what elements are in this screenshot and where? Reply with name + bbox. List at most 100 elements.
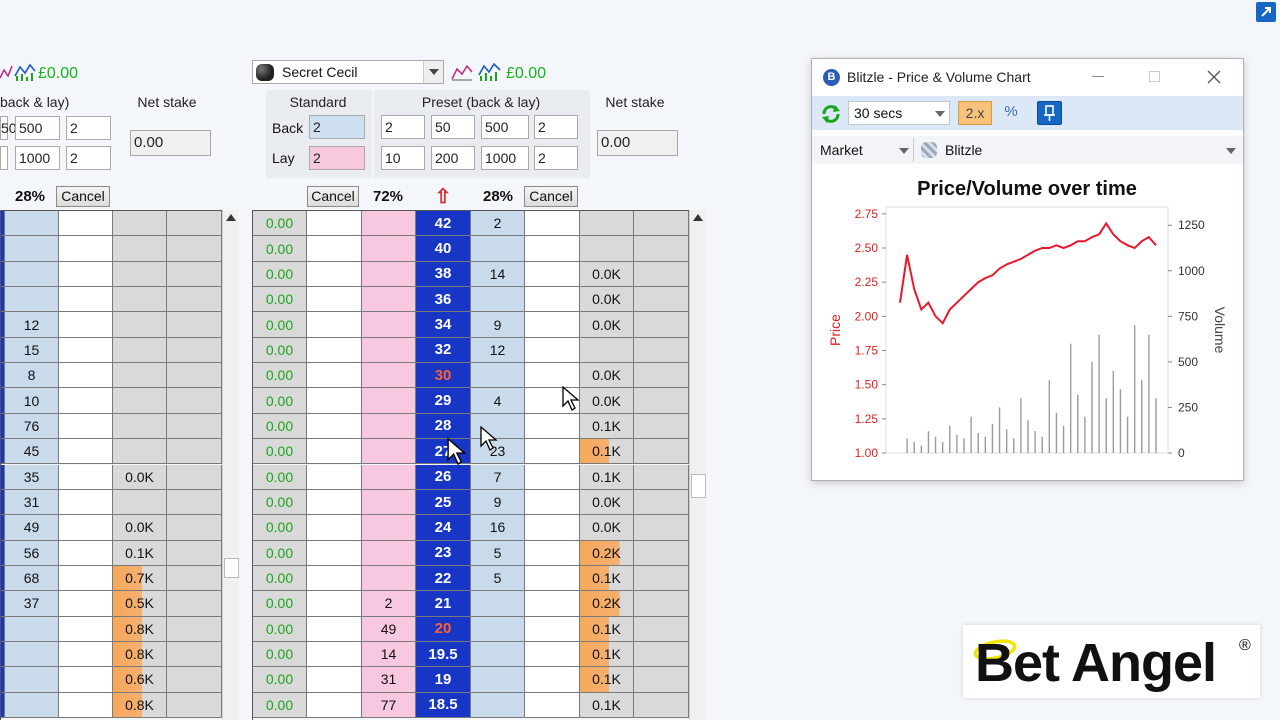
empty-cell[interactable] (634, 388, 689, 414)
empty-cell[interactable] (525, 439, 580, 465)
left-empty-cell[interactable] (59, 565, 113, 592)
empty-cell[interactable] (525, 667, 580, 693)
left-volume-cell[interactable]: 0.7K (113, 565, 167, 592)
empty-cell[interactable] (525, 591, 580, 617)
left-volume-cell[interactable]: 0.0K (113, 515, 167, 541)
back-cell[interactable]: 9 (471, 312, 525, 338)
empty-cell[interactable] (634, 287, 689, 313)
profit-loss-cell[interactable]: 0.00 (253, 489, 307, 516)
back-cell[interactable]: 14 (471, 261, 525, 288)
price-cell[interactable]: 40 (416, 236, 471, 262)
left-preset-lay-3[interactable]: 2 (66, 146, 111, 170)
chevron-down-icon[interactable] (935, 111, 945, 117)
empty-cell[interactable] (307, 287, 362, 313)
lay-cell[interactable] (362, 515, 416, 541)
lay-cell[interactable] (362, 565, 416, 592)
profit-loss-cell[interactable]: 0.00 (253, 515, 307, 541)
up-arrow-icon[interactable]: ⇧ (431, 184, 455, 209)
empty-cell[interactable] (525, 236, 580, 262)
empty-cell[interactable] (634, 312, 689, 338)
lay-cell[interactable] (362, 540, 416, 566)
lay-cell[interactable] (362, 489, 416, 516)
volume-cell[interactable]: 0.0K (580, 363, 634, 389)
profit-loss-cell[interactable]: 0.00 (253, 363, 307, 389)
volume-cell[interactable]: 0.0K (580, 388, 634, 414)
volume-cell[interactable]: 0.1K (580, 439, 634, 465)
empty-cell[interactable] (634, 692, 689, 718)
empty-cell[interactable] (634, 464, 689, 490)
empty-cell[interactable] (307, 565, 362, 592)
chevron-down-icon[interactable] (1226, 148, 1236, 154)
volume-cell[interactable]: 0.1K (580, 667, 634, 693)
empty-cell[interactable] (634, 337, 689, 364)
price-cell[interactable]: 32 (416, 337, 471, 364)
volume-cell[interactable]: 0.1K (580, 641, 634, 668)
lay-cell[interactable] (362, 236, 416, 262)
profit-loss-cell[interactable]: 0.00 (253, 337, 307, 364)
lay-cell[interactable] (362, 413, 416, 440)
left-back-cell[interactable] (5, 616, 59, 642)
empty-cell[interactable] (307, 641, 362, 668)
lay-cell[interactable] (362, 261, 416, 288)
volume-cell[interactable] (580, 337, 634, 364)
volume-cell[interactable]: 0.1K (580, 464, 634, 490)
volume-cell[interactable] (580, 211, 634, 237)
left-empty-cell[interactable] (59, 413, 113, 440)
left-volume-cell[interactable]: 0.8K (113, 616, 167, 642)
left-back-cell[interactable]: 49 (5, 515, 59, 541)
left-empty-cell[interactable] (59, 616, 113, 642)
empty-cell[interactable] (634, 261, 689, 288)
empty-cell[interactable] (307, 388, 362, 414)
left-empty-cell[interactable] (167, 261, 222, 288)
left-mini-graph-icon[interactable] (0, 62, 14, 82)
empty-cell[interactable] (525, 641, 580, 668)
left-empty-cell[interactable] (59, 363, 113, 389)
empty-cell[interactable] (307, 515, 362, 541)
left-volume-cell[interactable] (113, 261, 167, 288)
lay-cell[interactable] (362, 287, 416, 313)
lay-cell[interactable]: 77 (362, 692, 416, 718)
profit-loss-cell[interactable]: 0.00 (253, 287, 307, 313)
preset-back-3[interactable]: 500 (481, 115, 529, 139)
volume-cell[interactable]: 0.1K (580, 413, 634, 440)
volume-cell[interactable]: 0.0K (580, 515, 634, 541)
left-volume-cell[interactable] (113, 413, 167, 440)
left-empty-cell[interactable] (167, 591, 222, 617)
lay-cell[interactable] (362, 363, 416, 389)
net-stake-field[interactable]: 0.00 (597, 130, 678, 156)
left-back-cell[interactable]: 10 (5, 388, 59, 414)
left-empty-cell[interactable] (167, 439, 222, 465)
profit-loss-cell[interactable]: 0.00 (253, 692, 307, 718)
left-back-cell[interactable] (5, 287, 59, 313)
empty-cell[interactable] (634, 211, 689, 237)
preset-lay-1[interactable]: 10 (381, 146, 425, 170)
left-empty-cell[interactable] (59, 439, 113, 465)
left-preset-back-2[interactable]: 500 (15, 116, 60, 140)
left-empty-cell[interactable] (59, 261, 113, 288)
left-empty-cell[interactable] (59, 489, 113, 516)
price-cell[interactable]: 20 (416, 616, 471, 642)
profit-loss-cell[interactable]: 0.00 (253, 464, 307, 490)
empty-cell[interactable] (634, 540, 689, 566)
left-volume-cell[interactable] (113, 312, 167, 338)
empty-cell[interactable] (525, 312, 580, 338)
left-back-cell[interactable]: 35 (5, 464, 59, 490)
left-back-cell[interactable]: 56 (5, 540, 59, 566)
restore-window-icon[interactable] (1256, 2, 1276, 22)
price-cell[interactable]: 42 (416, 211, 471, 237)
price-cell[interactable]: 26 (416, 464, 471, 490)
left-back-cell[interactable] (5, 236, 59, 262)
left-back-cell[interactable]: 31 (5, 489, 59, 516)
left-empty-cell[interactable] (59, 388, 113, 414)
left-empty-cell[interactable] (167, 464, 222, 490)
volume-cell[interactable] (580, 236, 634, 262)
profit-loss-cell[interactable]: 0.00 (253, 641, 307, 668)
left-empty-cell[interactable] (167, 515, 222, 541)
empty-cell[interactable] (634, 439, 689, 465)
scroll-up-arrow-icon[interactable] (226, 214, 236, 221)
left-volume-graph-icon[interactable] (14, 62, 36, 82)
left-volume-cell[interactable] (113, 211, 167, 237)
left-empty-cell[interactable] (59, 312, 113, 338)
left-empty-cell[interactable] (167, 287, 222, 313)
volume-cell[interactable]: 0.1K (580, 692, 634, 718)
